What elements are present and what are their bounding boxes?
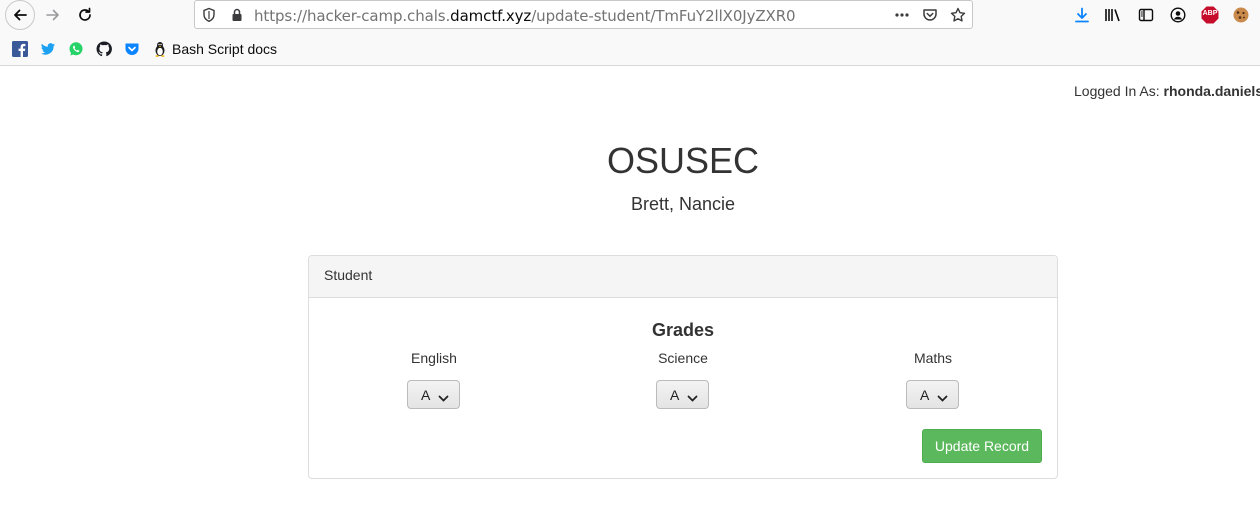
shield-icon[interactable] (201, 7, 217, 23)
student-name: Brett, Nancie (630, 194, 736, 214)
pocket-icon[interactable] (124, 41, 140, 57)
logged-in-status: Logged In As: rhonda.daniels (1074, 83, 1260, 99)
chevron-down-icon (937, 390, 948, 406)
url-bar[interactable]: https://hacker-camp.chals.damctf.xyz/upd… (194, 0, 973, 29)
library-icon[interactable] (1104, 6, 1122, 24)
english-label: English (411, 350, 457, 366)
bookmarks-bar: Bash Script docs (0, 31, 1260, 66)
header: OSUSEC Brett, Nancie (308, 139, 1058, 215)
github-icon[interactable] (96, 41, 112, 57)
science-grade-select[interactable]: A (656, 380, 709, 409)
cookie-icon[interactable] (1232, 6, 1250, 24)
chevron-down-icon (687, 390, 698, 406)
english-grade-value: A (421, 387, 431, 403)
bookmark-bash-script-docs[interactable]: Bash Script docs (172, 41, 277, 57)
forward-icon[interactable] (38, 0, 68, 30)
adblock-label: ABP (1202, 10, 1218, 17)
logged-in-prefix: Logged In As: (1074, 83, 1160, 99)
url-path: /update-student/TmFuY2llX0JyZXR0 (531, 7, 796, 25)
twitter-icon[interactable] (40, 41, 56, 57)
account-icon[interactable] (1169, 6, 1187, 24)
facebook-icon[interactable] (12, 41, 28, 57)
bookmark-star-icon[interactable] (950, 7, 966, 23)
download-icon[interactable] (1073, 6, 1091, 24)
english-grade-select[interactable]: A (407, 380, 460, 409)
browser-toolbar: https://hacker-camp.chals.damctf.xyz/upd… (0, 0, 1260, 31)
more-actions-icon[interactable] (894, 7, 910, 23)
science-grade-value: A (670, 387, 680, 403)
chevron-down-icon (438, 390, 449, 406)
sidebar-icon[interactable] (1137, 6, 1155, 24)
maths-grade-select[interactable]: A (906, 380, 959, 409)
maths-label: Maths (913, 350, 953, 366)
url-host: damctf.xyz (450, 7, 532, 25)
logged-in-user: rhonda.daniels (1163, 83, 1260, 99)
panel-heading: Student (309, 256, 1057, 298)
whatsapp-icon[interactable] (68, 41, 84, 57)
back-icon[interactable] (5, 0, 35, 30)
page-title: OSUSEC (606, 140, 760, 181)
reload-icon[interactable] (70, 0, 100, 30)
adblock-icon[interactable]: ABP (1201, 6, 1219, 24)
pocket-save-icon[interactable] (922, 7, 938, 23)
maths-grade-value: A (920, 387, 930, 403)
linux-icon[interactable] (152, 41, 168, 57)
update-record-button[interactable]: Update Record (922, 429, 1042, 463)
science-label: Science (658, 350, 708, 366)
lock-icon[interactable] (229, 7, 245, 23)
url-prefix: https://hacker-camp.chals. (254, 7, 451, 25)
student-panel: Student Grades English Science Maths A A… (308, 255, 1058, 479)
grades-heading: Grades (651, 320, 715, 340)
url-text[interactable]: https://hacker-camp.chals.damctf.xyz/upd… (254, 7, 796, 25)
